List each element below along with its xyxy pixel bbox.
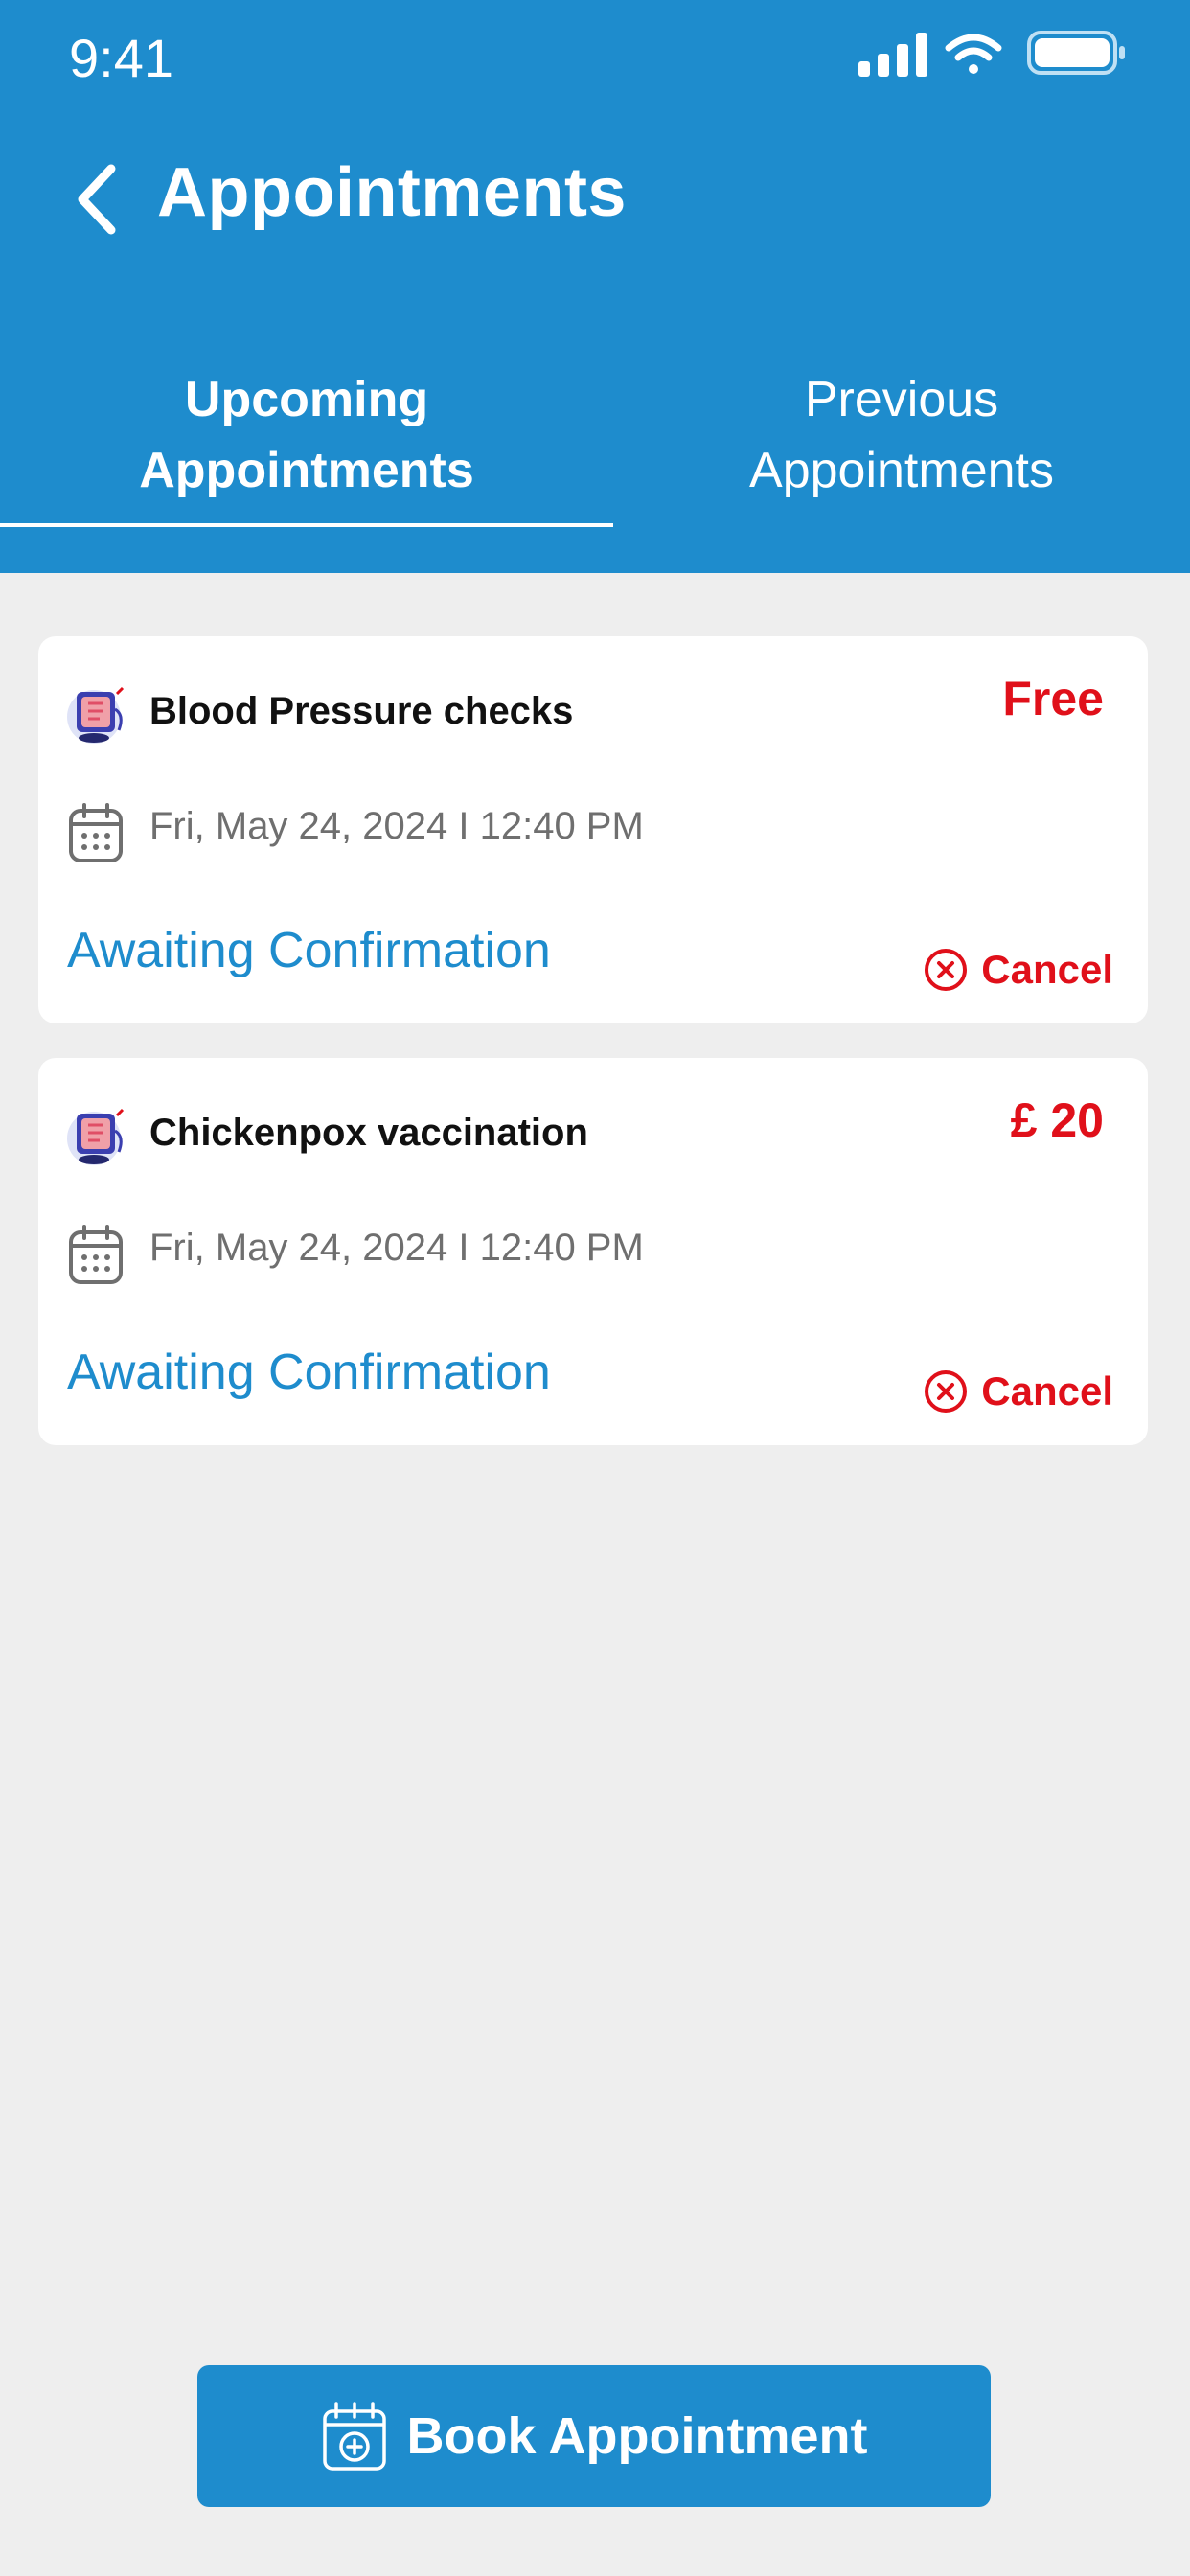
- calendar-icon: [69, 803, 123, 862]
- tab-label-line1: Previous: [804, 372, 999, 427]
- book-appointment-label: Book Appointment: [406, 2407, 868, 2465]
- active-tab-indicator: [0, 523, 613, 527]
- close-circle-icon: [925, 1370, 968, 1413]
- tab-label-line2: Appointments: [139, 443, 474, 498]
- book-appointment-button[interactable]: Book Appointment: [197, 2365, 991, 2507]
- status-text: Awaiting Confirmation: [67, 1345, 551, 1400]
- appointment-datetime: Fri, May 24, 2024 I 12:40 PM: [149, 805, 644, 847]
- cancel-label: Cancel: [981, 1368, 1113, 1414]
- cancel-button[interactable]: Cancel: [924, 1365, 1113, 1418]
- app-header: 9:41 Appointments Upcoming Appointments …: [0, 0, 1190, 573]
- status-time: 9:41: [69, 28, 173, 88]
- calendar-medical-icon: [322, 2402, 386, 2471]
- tab-label-line1: Upcoming: [184, 372, 429, 427]
- appointment-card[interactable]: Blood Pressure checks Free Fri, May 24, …: [38, 636, 1148, 1024]
- status-bar: 9:41: [0, 0, 1190, 115]
- calendar-icon: [69, 1225, 123, 1284]
- status-text: Awaiting Confirmation: [67, 923, 551, 978]
- wifi-icon: [945, 34, 1002, 74]
- price: Free: [1002, 672, 1104, 725]
- close-circle-icon: [925, 949, 968, 991]
- battery-icon: [1027, 31, 1125, 75]
- chevron-left-icon[interactable]: [73, 161, 121, 238]
- price: £ 20: [1010, 1093, 1104, 1147]
- status-icons: [858, 31, 1125, 77]
- tab-upcoming-appointments[interactable]: Upcoming Appointments: [0, 364, 613, 537]
- service-name: Blood Pressure checks: [149, 690, 574, 732]
- appointment-tabs: Upcoming Appointments Previous Appointme…: [0, 355, 1190, 573]
- cancel-label: Cancel: [981, 947, 1113, 992]
- blood-pressure-monitor-icon: [67, 1108, 125, 1165]
- service-name: Chickenpox vaccination: [149, 1112, 588, 1154]
- appointment-datetime: Fri, May 24, 2024 I 12:40 PM: [149, 1227, 644, 1269]
- appointment-card[interactable]: Chickenpox vaccination £ 20 Fri, May 24,…: [38, 1058, 1148, 1445]
- tab-label-line2: Appointments: [749, 443, 1054, 498]
- blood-pressure-monitor-icon: [67, 686, 125, 744]
- title-row: Appointments: [0, 144, 1190, 249]
- tab-previous-appointments[interactable]: Previous Appointments: [613, 364, 1190, 537]
- page-title: Appointments: [157, 154, 627, 231]
- cancel-button[interactable]: Cancel: [924, 943, 1113, 997]
- signal-icon: [858, 33, 927, 77]
